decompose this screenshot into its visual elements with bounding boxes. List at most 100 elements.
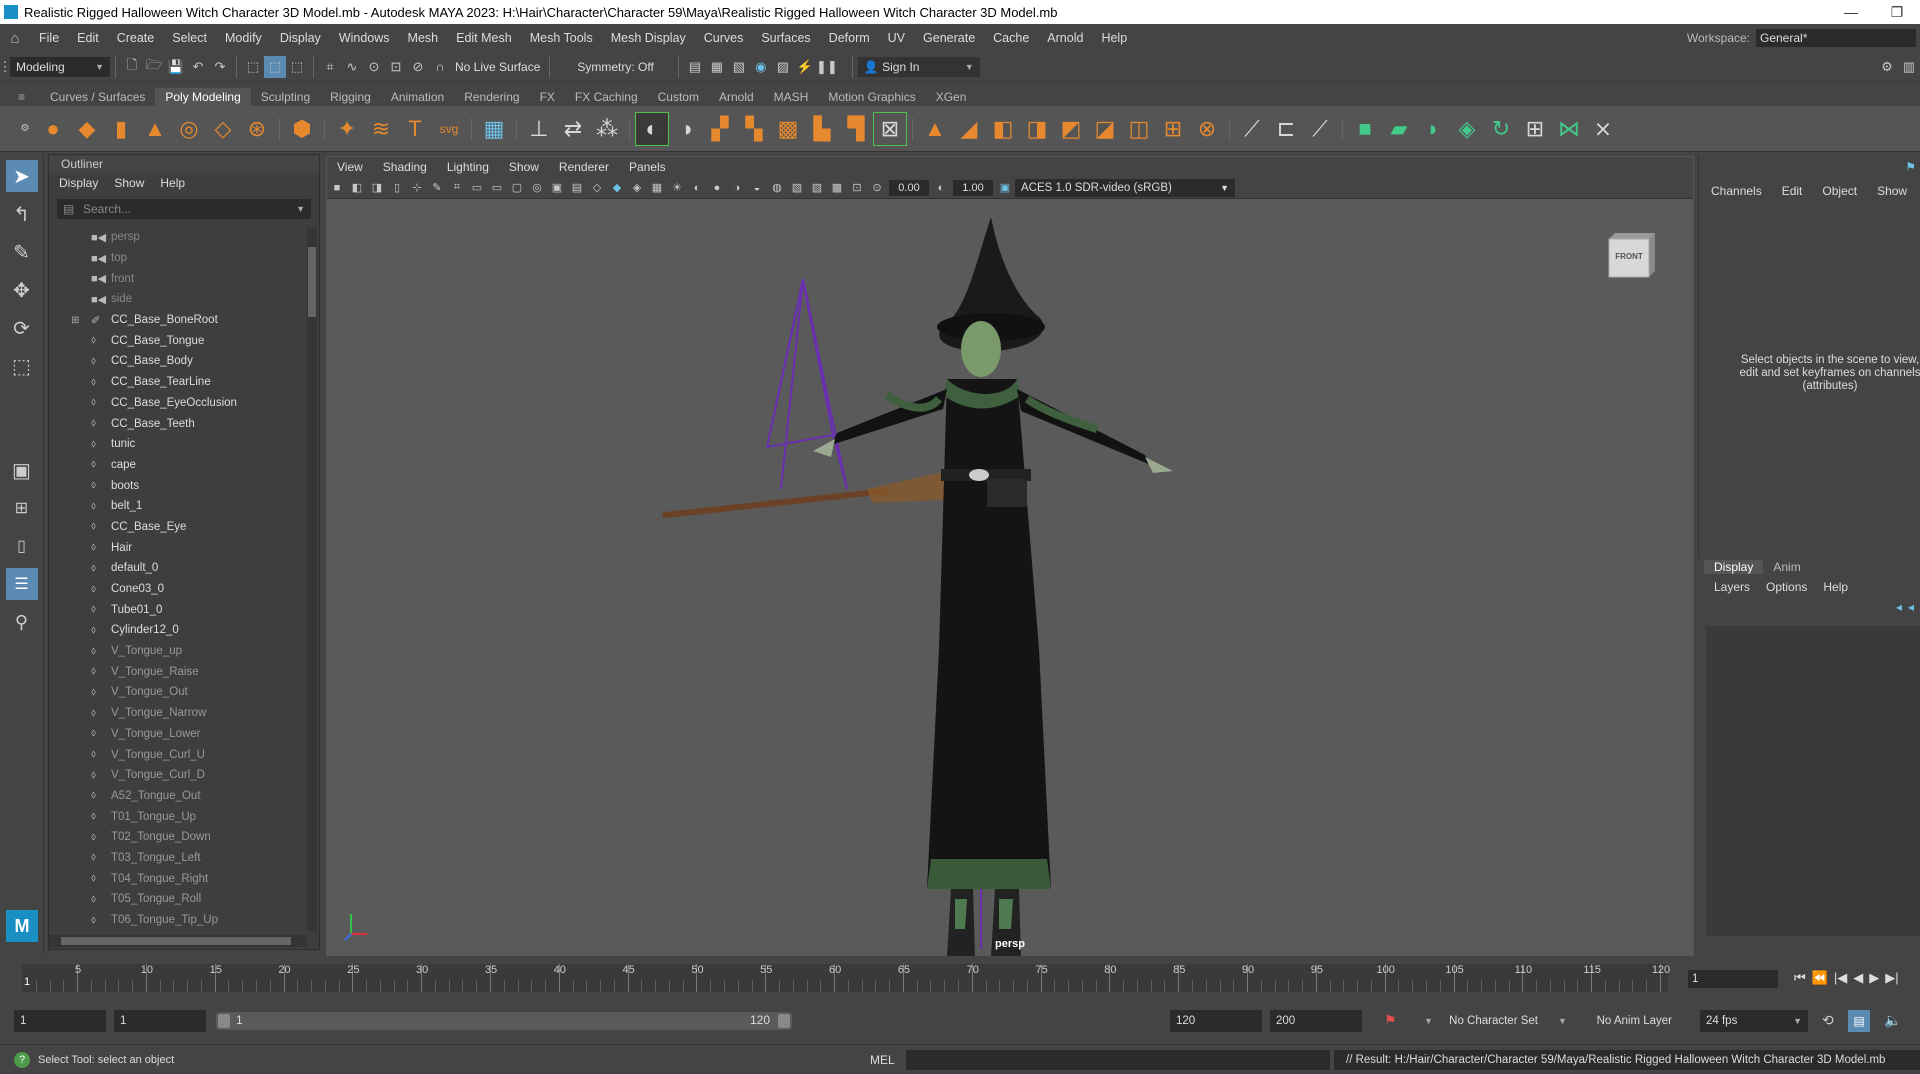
outliner-item[interactable]: ⬨ V_Tongue_Curl_D [49, 765, 307, 786]
separate-icon[interactable]: ▚ [737, 112, 771, 146]
depth-of-field-icon[interactable]: ◍ [767, 179, 787, 197]
undo-icon[interactable]: ↶ [187, 56, 209, 78]
anim-preferences-icon[interactable]: ▤ [1848, 1010, 1870, 1032]
outliner-horizontal-scrollbar[interactable] [49, 935, 307, 947]
menu-deform[interactable]: Deform [820, 31, 879, 45]
outliner-item[interactable]: ■◀ top [49, 248, 307, 269]
shelf-tab-fx-caching[interactable]: FX Caching [565, 88, 648, 106]
menu-help[interactable]: Help [1092, 31, 1136, 45]
outliner-item[interactable]: ⬨ belt_1 [49, 496, 307, 517]
image-plane-icon[interactable]: ▯ [387, 179, 407, 197]
menu-select[interactable]: Select [163, 31, 216, 45]
motion-blur-icon[interactable]: ◑ [727, 179, 747, 197]
viewport-menu-renderer[interactable]: Renderer [549, 160, 619, 174]
chamfer-icon[interactable]: ◫ [1122, 112, 1156, 146]
fill-hole-icon[interactable]: ▩ [771, 112, 805, 146]
search-icon[interactable]: ⚲ [6, 606, 38, 638]
poly-sphere-icon[interactable]: ● [36, 112, 70, 146]
paint-select-icon[interactable]: ✎ [6, 236, 38, 268]
render-frame-icon[interactable]: ▦ [706, 56, 728, 78]
poly-type-icon[interactable]: T [398, 112, 432, 146]
outliner-item[interactable]: ⬨ V_Tongue_Narrow [49, 703, 307, 724]
extrude-icon[interactable]: ▲ [918, 112, 952, 146]
safe-title-icon[interactable]: ▤ [567, 179, 587, 197]
script-language-toggle[interactable]: MEL [870, 1053, 895, 1067]
poly-plane-icon[interactable]: ◇ [206, 112, 240, 146]
home-icon[interactable]: ⌂ [0, 30, 30, 47]
outliner-item[interactable]: ⬨ T02_Tongue_Down [49, 827, 307, 848]
rotate-tool-icon[interactable]: ⟳ [6, 312, 38, 344]
bookmarks-icon[interactable]: ◨ [367, 179, 387, 197]
wireframe-on-shaded-icon[interactable]: ◈ [627, 179, 647, 197]
pause-icon[interactable]: ❚❚ [816, 56, 838, 78]
toggle-handle-icon[interactable]: ⋮ [0, 56, 12, 78]
sign-in-button[interactable]: 👤 Sign In ▼ [857, 56, 980, 77]
color-space-dropdown[interactable]: ACES 1.0 SDR-video (sRGB) ▼ [1015, 178, 1235, 197]
menu-surfaces[interactable]: Surfaces [752, 31, 819, 45]
select-object-icon[interactable]: ⬚ [264, 55, 286, 78]
menu-mesh-display[interactable]: Mesh Display [602, 31, 695, 45]
shelf-tab-sculpting[interactable]: Sculpting [251, 88, 320, 106]
outliner-item[interactable]: ⬨ V_Tongue_Out [49, 682, 307, 703]
open-scene-icon[interactable]: 🗁 [143, 56, 165, 78]
outliner-item[interactable]: ⬨ tunic [49, 434, 307, 455]
unfold-uv-icon[interactable]: ↻ [1484, 112, 1518, 146]
render-settings-icon[interactable]: ▤ [684, 56, 706, 78]
menu-mesh-tools[interactable]: Mesh Tools [521, 31, 602, 45]
workspace-dropdown[interactable]: General* [1756, 29, 1916, 47]
minimize-button[interactable]: — [1828, 4, 1874, 21]
menu-edit-mesh[interactable]: Edit Mesh [447, 31, 521, 45]
wedge-icon[interactable]: ◩ [1054, 112, 1088, 146]
move-tool-icon[interactable]: ✥ [6, 274, 38, 306]
use-all-lights-icon[interactable]: ☀ [667, 179, 687, 197]
outliner-item[interactable]: ⬨ default_0 [49, 558, 307, 579]
step-back-frame-icon[interactable]: |◀ [1834, 970, 1847, 986]
textured-icon[interactable]: ▦ [647, 179, 667, 197]
menu-edit[interactable]: Edit [68, 31, 108, 45]
shelf-menu-icon[interactable]: ≡ [18, 90, 25, 104]
outliner-item[interactable]: ⬨ CC_Base_Body [49, 351, 307, 372]
film-gate-icon[interactable]: ▭ [467, 179, 487, 197]
grid-icon[interactable]: ⌗ [447, 179, 467, 197]
step-back-key-icon[interactable]: ⏪ [1812, 970, 1828, 986]
multi-cut-icon[interactable]: ◐ [635, 111, 669, 146]
menu-curves[interactable]: Curves [695, 31, 753, 45]
resolution-gate-icon[interactable]: ▭ [487, 179, 507, 197]
select-camera-icon[interactable]: ■ [327, 179, 347, 197]
snap-magnet-icon[interactable]: ∩ [429, 56, 451, 78]
save-scene-icon[interactable]: 💾 [165, 56, 187, 78]
extract-icon[interactable]: ▞ [703, 112, 737, 146]
menu-set-dropdown[interactable]: Modeling ▼ [10, 56, 110, 77]
spherical-uv-icon[interactable]: ◗ [1416, 112, 1450, 146]
command-input[interactable] [906, 1050, 1330, 1070]
shelf-tab-motion-graphics[interactable]: Motion Graphics [818, 88, 925, 106]
new-layer-selected-icon[interactable]: ◂ [1908, 600, 1914, 614]
outliner-item[interactable]: ⬨ Cylinder12_0 [49, 620, 307, 641]
connect-icon[interactable]: ⊗ [1190, 112, 1224, 146]
automatic-uv-icon[interactable]: ◈ [1450, 112, 1484, 146]
outliner-item[interactable]: ⊞ ✐ CC_Base_BoneRoot [49, 310, 307, 331]
multi-cut-tool-icon[interactable]: ⊏ [1269, 112, 1303, 146]
snap-grid-icon[interactable]: ⌗ [319, 56, 341, 78]
outliner-item[interactable]: ⬨ CC_Base_EyeOcclusion [49, 393, 307, 414]
channel-menu-channels[interactable]: Channels [1711, 184, 1762, 198]
outliner-item[interactable]: ■◀ front [49, 268, 307, 289]
reduce-icon[interactable]: ▙ [805, 112, 839, 146]
combine-icon[interactable]: ▦ [477, 112, 511, 146]
new-scene-icon[interactable]: 🗋 [121, 56, 143, 78]
menu-modify[interactable]: Modify [216, 31, 271, 45]
planar-uv-icon[interactable]: ■ [1348, 112, 1382, 146]
outliner-item[interactable]: ⬨ A52_Tongue_Out [49, 786, 307, 807]
anim-layer-dropdown[interactable]: ▼ No Anim Layer [1552, 1010, 1678, 1032]
attribute-editor-icon[interactable]: ▥ [1898, 56, 1920, 78]
layer-list[interactable] [1706, 626, 1920, 936]
xray-joints-icon[interactable]: ⊡ [847, 179, 867, 197]
hypershade-icon[interactable]: ▨ [772, 56, 794, 78]
layer-menu-help[interactable]: Help [1823, 580, 1848, 594]
loop-icon[interactable]: ⟲ [1822, 1012, 1834, 1029]
expand-icon[interactable]: ⊞ [71, 315, 79, 326]
remesh-icon[interactable]: ▜ [839, 112, 873, 146]
append-polygon-icon[interactable]: ◨ [1020, 112, 1054, 146]
select-tool-icon[interactable]: ➤ [5, 160, 38, 192]
shelf-tab-custom[interactable]: Custom [648, 88, 709, 106]
